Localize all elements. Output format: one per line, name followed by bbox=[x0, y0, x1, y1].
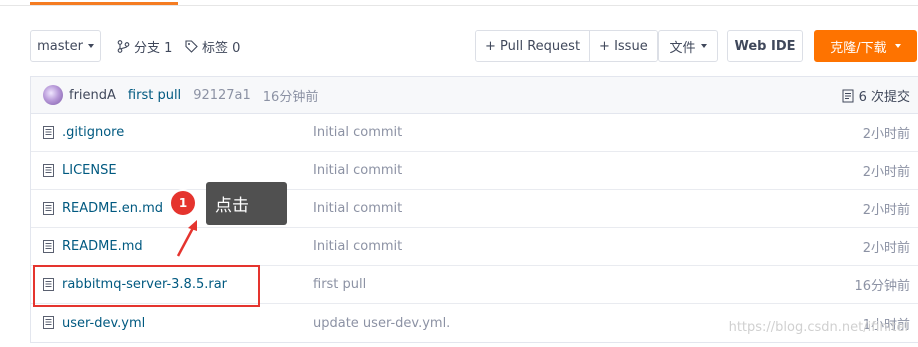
repo-toolbar: master 分支 1 标签 0 + Pull Request + Issue … bbox=[30, 30, 918, 62]
file-commit-time: 16分钟前 bbox=[854, 279, 910, 294]
branch-select[interactable]: master bbox=[30, 30, 101, 62]
file-menu-label: 文件 bbox=[669, 40, 696, 56]
file-commit-time: 2小时前 bbox=[862, 241, 910, 256]
file-commit-time: 2小时前 bbox=[862, 203, 910, 218]
file-commit-message[interactable]: update user-dev.yml. bbox=[313, 316, 450, 331]
commits-icon bbox=[842, 89, 854, 102]
pointer-arrow-icon bbox=[176, 220, 197, 257]
file-row: LICENSE Initial commit 2小时前 bbox=[31, 152, 918, 190]
file-commit-message[interactable]: Initial commit bbox=[313, 125, 402, 140]
file-commit-time: 2小时前 bbox=[862, 165, 910, 180]
new-pull-request-button[interactable]: + Pull Request bbox=[476, 31, 590, 61]
avatar[interactable] bbox=[43, 85, 63, 105]
tag-icon bbox=[185, 39, 198, 53]
annotation-tooltip-text: 点击 bbox=[215, 196, 249, 216]
pr-issue-group: + Pull Request + Issue bbox=[475, 30, 658, 62]
file-name-link[interactable]: user-dev.yml bbox=[62, 316, 145, 331]
file-row: README.md Initial commit 2小时前 bbox=[31, 228, 918, 266]
file-commit-message[interactable]: Initial commit bbox=[313, 239, 402, 254]
file-row: README.en.md Initial commit 2小时前 bbox=[31, 190, 918, 228]
commit-message-link[interactable]: first pull bbox=[128, 88, 181, 103]
commits-count-link[interactable]: 6 次提交 bbox=[842, 77, 910, 114]
file-icon bbox=[43, 316, 54, 329]
commit-time: 16分钟前 bbox=[262, 89, 319, 105]
file-icon bbox=[43, 126, 54, 139]
file-commit-message[interactable]: Initial commit bbox=[313, 163, 402, 178]
file-name-link[interactable]: LICENSE bbox=[62, 163, 117, 178]
file-name-link[interactable]: README.en.md bbox=[62, 201, 163, 216]
branches-count: 分支 1 bbox=[134, 40, 173, 56]
file-name-link[interactable]: .gitignore bbox=[62, 125, 124, 140]
active-tab-indicator bbox=[30, 2, 178, 5]
file-commit-message[interactable]: Initial commit bbox=[313, 201, 402, 216]
step-number-badge: 1 bbox=[171, 191, 195, 215]
file-icon bbox=[43, 240, 54, 253]
web-ide-button[interactable]: Web IDE bbox=[727, 30, 803, 62]
file-commit-time: 2小时前 bbox=[862, 127, 910, 142]
file-row: .gitignore Initial commit 2小时前 bbox=[31, 114, 918, 152]
branch-icon bbox=[117, 39, 130, 53]
file-commit-message[interactable]: first pull bbox=[313, 277, 366, 292]
clone-download-label: 克隆/下载 bbox=[830, 40, 887, 56]
tags-link[interactable]: 标签 0 bbox=[185, 30, 240, 62]
highlight-box bbox=[33, 265, 260, 307]
commit-author[interactable]: friendA bbox=[69, 88, 116, 103]
new-issue-button[interactable]: + Issue bbox=[589, 31, 657, 61]
chevron-down-icon bbox=[894, 44, 901, 48]
file-menu-button[interactable]: 文件 bbox=[658, 30, 718, 62]
top-tab-strip bbox=[0, 0, 918, 6]
clone-download-button[interactable]: 克隆/下载 bbox=[814, 30, 917, 62]
file-icon bbox=[43, 164, 54, 177]
chevron-down-icon bbox=[87, 44, 94, 48]
latest-commit-bar: friendA first pull 92127a1 16分钟前 6 次提交 bbox=[31, 77, 918, 114]
commit-sha[interactable]: 92127a1 bbox=[193, 88, 251, 103]
file-name-link[interactable]: README.md bbox=[62, 239, 143, 254]
branches-link[interactable]: 分支 1 bbox=[117, 30, 172, 62]
watermark: https://blog.csdn.net/ifinitel bbox=[728, 320, 908, 335]
commits-count-label: 6 次提交 bbox=[858, 90, 910, 105]
annotation-tooltip: 点击 bbox=[206, 182, 287, 225]
tags-count: 标签 0 bbox=[202, 40, 241, 56]
file-icon bbox=[43, 202, 54, 215]
branch-select-label: master bbox=[37, 38, 83, 54]
chevron-down-icon bbox=[700, 44, 707, 48]
